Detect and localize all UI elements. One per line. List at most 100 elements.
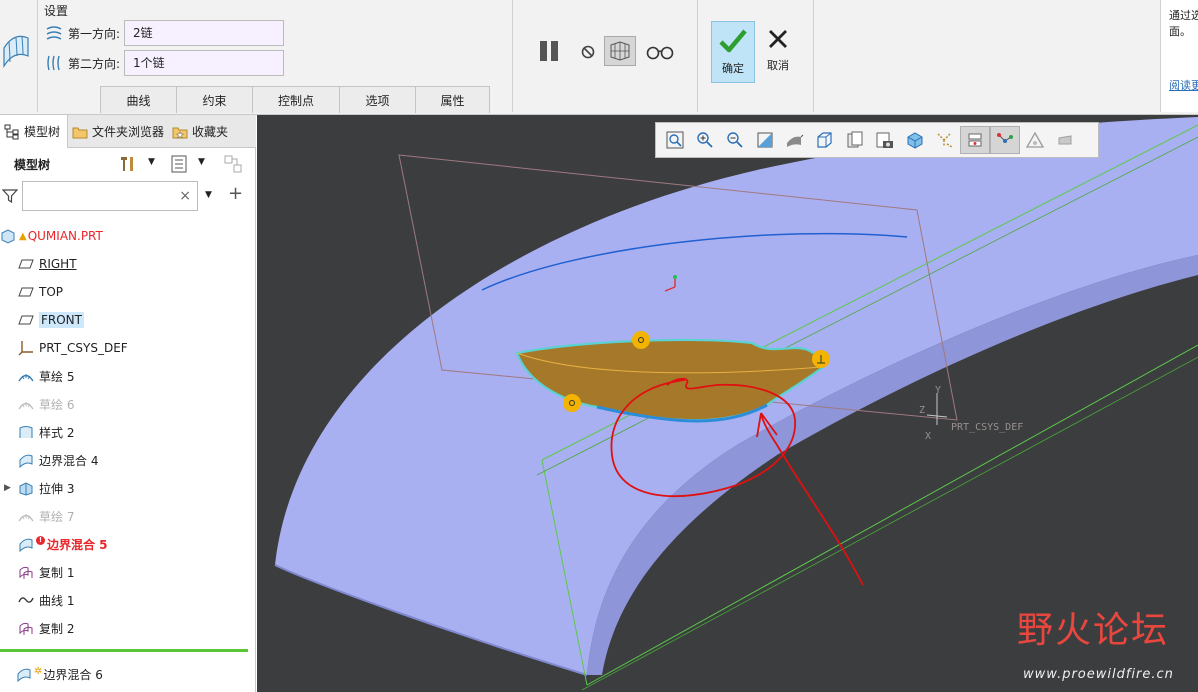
- spin-center-icon: [997, 133, 1013, 143]
- tab-model-tree-label: 模型树: [24, 125, 61, 139]
- tree-item-sketch-7[interactable]: 草绘 7: [0, 502, 256, 530]
- tree-item-boundary-blend-4[interactable]: 边界混合 4: [0, 446, 256, 474]
- help-text-line-1: 通过选: [1169, 9, 1198, 22]
- watermark-url: www.proewildfire.cn: [1023, 667, 1174, 682]
- tab-folder-browser[interactable]: 文件夹浏览器: [68, 115, 168, 148]
- zoom-in-button[interactable]: [690, 126, 720, 154]
- boundary-blend-icon: [0, 26, 32, 70]
- drag-handle[interactable]: [632, 331, 650, 349]
- datum-display-button[interactable]: [930, 126, 960, 154]
- tree-root-label: QUMIAN.PRT: [27, 229, 103, 243]
- tree-item-extrude-3[interactable]: ▶ 拉伸 3: [0, 474, 256, 502]
- expand-arrow-icon[interactable]: ▶: [4, 483, 18, 493]
- render-icon: [1058, 135, 1072, 145]
- tree-item-csys[interactable]: PRT_CSYS_DEF: [0, 334, 256, 362]
- show-settings-icon[interactable]: [170, 155, 188, 173]
- folder-browser-icon: [72, 127, 88, 138]
- datum-plane-icon: [18, 287, 34, 297]
- refit-button[interactable]: [660, 126, 690, 154]
- glasses-preview-button[interactable]: [643, 40, 677, 64]
- graphics-viewport[interactable]: Y Z X PRT_CSYS_DEF 野火论坛 www.proewildfire…: [257, 115, 1198, 692]
- tab-curves[interactable]: 曲线: [100, 86, 177, 113]
- tab-control-points[interactable]: 控制点: [252, 86, 340, 113]
- settings-dropdown-icon[interactable]: ▼: [198, 157, 205, 167]
- tree-item-label: 草绘 6: [39, 397, 75, 412]
- add-filter-button[interactable]: +: [228, 183, 243, 204]
- separator: [37, 0, 38, 112]
- boundary-blend-icon: [17, 668, 31, 682]
- section-button[interactable]: [900, 126, 930, 154]
- first-direction-label: 第一方向:: [68, 26, 121, 41]
- tree-item-curve-1[interactable]: 曲线 1: [0, 586, 256, 614]
- watermark: 野火论坛 www.proewildfire.cn: [1013, 601, 1198, 692]
- sketch-icon: [18, 514, 34, 522]
- tab-properties[interactable]: 属性: [415, 86, 490, 113]
- error-icon: !: [36, 535, 45, 545]
- tree-item-boundary-blend-6[interactable]: ✲ 边界混合 6: [16, 660, 103, 688]
- help-text-line-2: 面。: [1169, 25, 1191, 38]
- tree-item-front[interactable]: FRONT: [0, 306, 256, 334]
- tree-item-right[interactable]: RIGHT: [0, 250, 256, 278]
- render-button[interactable]: [1050, 126, 1080, 154]
- filter-icon[interactable]: [2, 188, 18, 204]
- view-toolbar: [655, 122, 1099, 158]
- verify-preview-button[interactable]: [604, 36, 636, 66]
- tab-options[interactable]: 选项: [339, 86, 416, 113]
- drag-handle[interactable]: [563, 394, 581, 412]
- perspective-button[interactable]: [870, 126, 900, 154]
- tree-root[interactable]: ▲ QUMIAN.PRT: [0, 222, 256, 250]
- cancel-button[interactable]: 取消: [758, 21, 798, 83]
- sketch-icon: [18, 374, 34, 382]
- pause-button[interactable]: [536, 38, 562, 64]
- view-manager-icon: [847, 131, 863, 148]
- tab-favorites-label: 收藏夹: [192, 125, 229, 139]
- tools-dropdown-icon[interactable]: ▼: [148, 157, 155, 167]
- tree-item-sketch-5[interactable]: 草绘 5: [0, 362, 256, 390]
- filter-dropdown-icon[interactable]: ▼: [205, 190, 212, 200]
- repaint-icon: [757, 132, 773, 148]
- ok-label: 确定: [722, 62, 744, 75]
- display-style-button[interactable]: [780, 126, 810, 154]
- tree-item-boundary-blend-5[interactable]: ! 边界混合 5: [0, 530, 256, 558]
- tab-constraints[interactable]: 约束: [176, 86, 253, 113]
- tree-item-copy-2[interactable]: 复制 2: [0, 614, 256, 642]
- tree-item-top[interactable]: TOP: [0, 278, 256, 306]
- annotation-display-button[interactable]: [960, 126, 990, 154]
- datum-plane-icon: [18, 259, 34, 269]
- spin-center-button[interactable]: [990, 126, 1020, 154]
- second-direction-collector[interactable]: 1个链: [124, 50, 284, 76]
- read-more-link[interactable]: 阅读更: [1169, 78, 1198, 94]
- pause-icon: [540, 41, 558, 61]
- tree-item-label: PRT_CSYS_DEF: [39, 341, 128, 355]
- tree-item-copy-1[interactable]: 复制 1: [0, 558, 256, 586]
- tab-model-tree[interactable]: 模型树: [0, 115, 68, 148]
- preview-mesh-icon: [610, 41, 630, 61]
- search-input[interactable]: ×: [22, 181, 198, 211]
- appearance-button[interactable]: [1020, 126, 1050, 154]
- tab-favorites[interactable]: 收藏夹: [168, 115, 256, 148]
- extrude-icon: [19, 482, 33, 496]
- tree-item-style-2[interactable]: 样式 2: [0, 418, 256, 446]
- camera-icon: [876, 132, 893, 148]
- first-direction-row: 第一方向: 2链: [44, 20, 284, 46]
- zoom-out-button[interactable]: [720, 126, 750, 154]
- second-direction-row: 第二方向: 1个链: [44, 50, 284, 76]
- repaint-button[interactable]: [750, 126, 780, 154]
- tree-columns-icon[interactable]: [224, 155, 242, 173]
- tools-icon[interactable]: [118, 155, 136, 173]
- second-direction-icon: [47, 55, 60, 71]
- clear-search-icon[interactable]: ×: [179, 188, 191, 204]
- boundary-blend-icon: [19, 454, 33, 468]
- insert-here-indicator[interactable]: [0, 649, 248, 652]
- view-manager-button[interactable]: [840, 126, 870, 154]
- tree-item-sketch-6[interactable]: 草绘 6: [0, 390, 256, 418]
- first-direction-collector[interactable]: 2链: [124, 20, 284, 46]
- ok-button[interactable]: 确定: [711, 21, 755, 83]
- tree-item-label: 复制 2: [39, 621, 75, 636]
- saved-views-button[interactable]: [810, 126, 840, 154]
- no-preview-button[interactable]: [578, 42, 598, 62]
- checkmark-icon: [719, 29, 747, 53]
- dashboard-tabs: 曲线 约束 控制点 选项 属性: [100, 86, 490, 113]
- boundary-blend-icon: [19, 538, 33, 552]
- csys-icon: [18, 341, 33, 356]
